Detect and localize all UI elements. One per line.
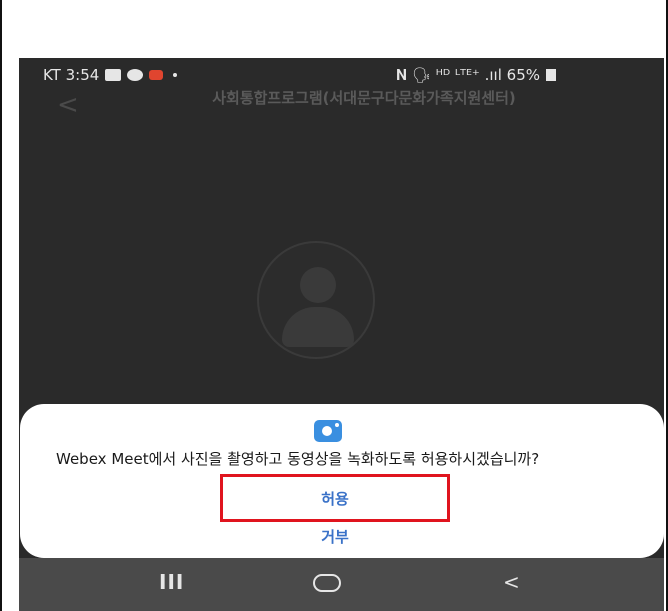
deny-button[interactable]: 거부 — [285, 526, 385, 548]
battery-icon — [546, 69, 556, 81]
carrier-time: KT 3:54 — [43, 66, 100, 84]
navigation-bar: III < — [19, 558, 664, 611]
nav-back-button[interactable]: < — [503, 570, 520, 594]
camera-dot-icon — [335, 423, 339, 427]
app-header: < 사회통합프로그램(서대문구다문화가족지원센터) — [19, 88, 664, 148]
notification-dot-icon — [173, 73, 178, 77]
avatar-head-icon — [300, 267, 336, 303]
back-button[interactable]: < — [57, 90, 79, 120]
gallery-icon — [105, 69, 122, 81]
permission-dialog: Webex Meet에서 사진을 촬영하고 동영상을 녹화하도록 허용하시겠습니… — [20, 404, 664, 558]
status-indicators: 𝐍 🗣 ᴴᴰ ᴸᵀᴱ⁺ .ııl 65% — [395, 66, 540, 84]
talk-icon — [127, 69, 144, 81]
avatar-body-icon — [282, 307, 354, 347]
camera-lens-icon — [322, 426, 332, 436]
status-left: KT 3:54 — [43, 66, 178, 84]
page-title: 사회통합프로그램(서대문구다문화가족지원센터) — [212, 89, 516, 107]
status-bar: KT 3:54 𝐍 🗣 ᴴᴰ ᴸᵀᴱ⁺ .ııl 65% — [19, 58, 664, 92]
home-button[interactable] — [313, 574, 341, 592]
camera-icon — [314, 420, 342, 442]
recents-button[interactable]: III — [159, 570, 184, 594]
avatar — [257, 241, 375, 359]
allow-button[interactable]: 허용 — [220, 474, 450, 522]
megaphone-icon — [149, 70, 164, 80]
status-right: 𝐍 🗣 ᴴᴰ ᴸᵀᴱ⁺ .ııl 65% — [396, 66, 556, 84]
permission-message: Webex Meet에서 사진을 촬영하고 동영상을 녹화하도록 허용하시겠습니… — [56, 450, 540, 468]
